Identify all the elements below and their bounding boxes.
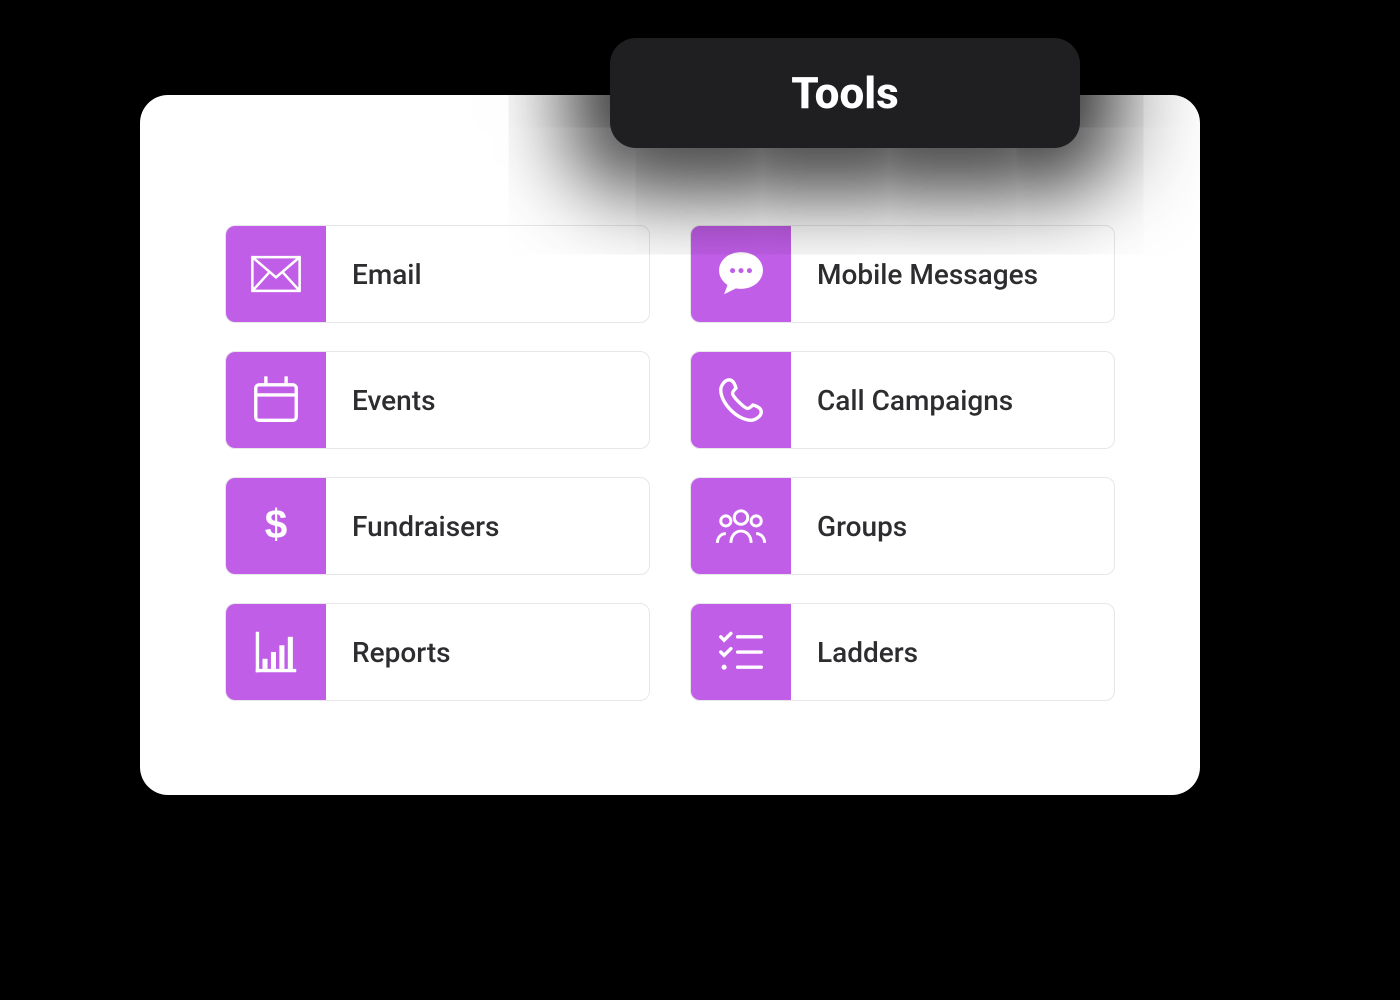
- tools-grid: Email Mobile Messages: [225, 225, 1115, 701]
- tool-label: Groups: [791, 510, 907, 543]
- tool-email[interactable]: Email: [225, 225, 650, 323]
- tool-label: Email: [326, 258, 422, 291]
- tool-label: Ladders: [791, 636, 918, 669]
- calendar-icon: [226, 352, 326, 448]
- tool-label: Call Campaigns: [791, 384, 1013, 417]
- tool-label: Events: [326, 384, 436, 417]
- tool-label: Reports: [326, 636, 451, 669]
- tool-label: Mobile Messages: [791, 258, 1038, 291]
- svg-text:$: $: [265, 501, 288, 547]
- tool-label: Fundraisers: [326, 510, 499, 543]
- tool-ladders[interactable]: Ladders: [690, 603, 1115, 701]
- phone-icon: [691, 352, 791, 448]
- page-title: Tools: [791, 67, 898, 119]
- tool-mobile-messages[interactable]: Mobile Messages: [690, 225, 1115, 323]
- tool-fundraisers[interactable]: $ Fundraisers: [225, 477, 650, 575]
- dollar-icon: $: [226, 478, 326, 574]
- tool-groups[interactable]: Groups: [690, 477, 1115, 575]
- group-icon: [691, 478, 791, 574]
- checklist-icon: [691, 604, 791, 700]
- tool-reports[interactable]: Reports: [225, 603, 650, 701]
- chat-icon: [691, 226, 791, 322]
- chart-icon: [226, 604, 326, 700]
- mail-icon: [226, 226, 326, 322]
- tool-call-campaigns[interactable]: Call Campaigns: [690, 351, 1115, 449]
- tool-events[interactable]: Events: [225, 351, 650, 449]
- tools-header-pill: Tools: [610, 38, 1080, 148]
- tools-panel: Email Mobile Messages: [140, 95, 1200, 795]
